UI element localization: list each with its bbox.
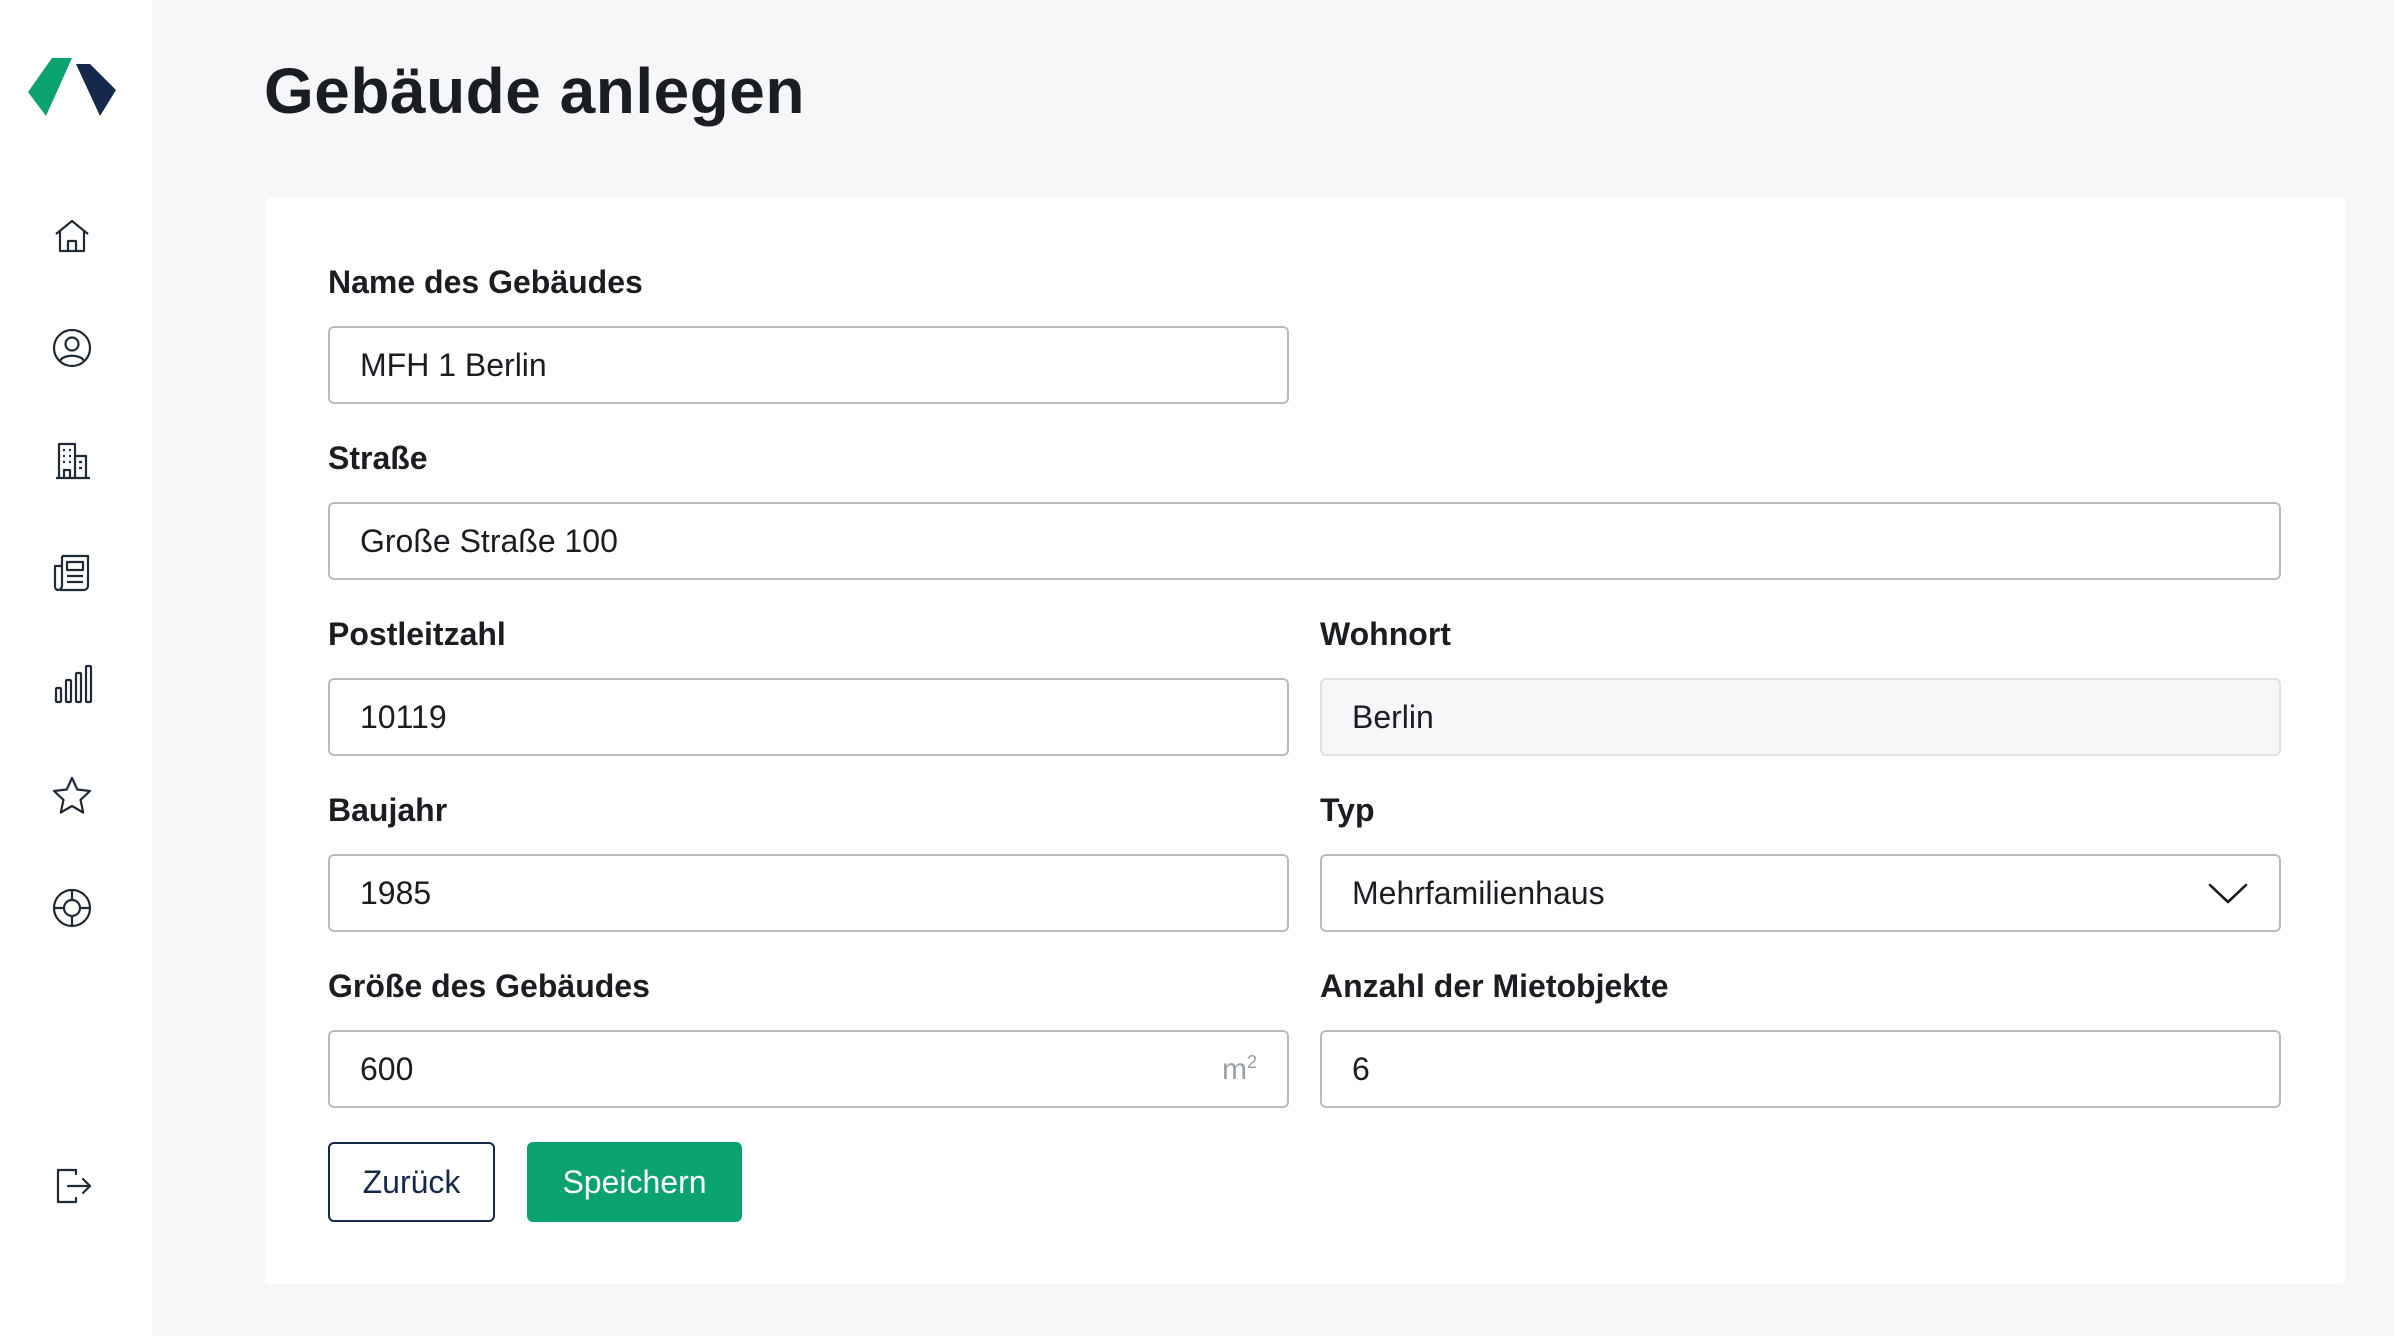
street-value: Große Straße 100	[360, 522, 618, 559]
units-count-label: Anzahl der Mietobjekte	[1320, 968, 1669, 1004]
page-title: Gebäude anlegen	[264, 55, 805, 127]
back-button[interactable]: Zurück	[328, 1142, 495, 1222]
lifebuoy-icon	[52, 888, 92, 928]
sidebar-item-profile[interactable]	[44, 320, 100, 376]
building-name-input[interactable]: MFH 1 Berlin	[328, 326, 1289, 404]
sidebar-item-documents[interactable]	[44, 544, 100, 600]
street-input[interactable]: Große Straße 100	[328, 502, 2281, 580]
sidebar-item-buildings[interactable]	[44, 432, 100, 488]
sidebar-item-reports[interactable]	[44, 656, 100, 712]
postal-code-input[interactable]: 10119	[328, 678, 1289, 756]
type-label: Typ	[1320, 792, 1375, 828]
sidebar-item-home[interactable]	[44, 208, 100, 264]
type-value: Mehrfamilienhaus	[1352, 874, 1605, 911]
sidebar	[0, 0, 152, 1336]
chevron-down-icon	[2208, 883, 2248, 904]
building-name-value: MFH 1 Berlin	[360, 346, 547, 383]
sidebar-item-logout[interactable]	[44, 1158, 100, 1214]
logout-icon	[56, 1168, 92, 1204]
user-circle-icon	[52, 328, 92, 368]
size-label: Größe des Gebäudes	[328, 968, 650, 1004]
street-label: Straße	[328, 440, 428, 476]
year-built-label: Baujahr	[328, 792, 448, 828]
type-select[interactable]: Mehrfamilienhaus	[1320, 854, 2281, 932]
postal-code-value: 10119	[360, 698, 447, 735]
name-label: Name des Gebäudes	[328, 264, 643, 300]
main-content: Gebäude anlegen Name des Gebäudes MFH 1 …	[152, 0, 2394, 1336]
postal-code-label: Postleitzahl	[328, 616, 506, 652]
building-size-value: 600	[360, 1050, 414, 1087]
size-unit: m2	[1221, 1051, 1257, 1086]
city-value: Berlin	[1352, 698, 1434, 735]
app-logo[interactable]	[26, 54, 118, 118]
bar-chart-icon	[54, 664, 93, 704]
building-size-input[interactable]: 600 m2	[328, 1030, 1289, 1108]
year-built-value: 1985	[360, 874, 432, 911]
star-icon	[52, 776, 92, 814]
sidebar-item-help[interactable]	[44, 880, 100, 936]
city-input: Berlin	[1320, 678, 2281, 756]
newspaper-icon	[53, 554, 90, 592]
building-icon	[56, 442, 90, 480]
units-count-input[interactable]: 6	[1320, 1030, 2281, 1108]
sidebar-item-favorites[interactable]	[44, 768, 100, 824]
building-form: Name des Gebäudes MFH 1 Berlin Straße Gr…	[265, 197, 2345, 1284]
year-built-input[interactable]: 1985	[328, 854, 1289, 932]
save-button[interactable]: Speichern	[527, 1142, 742, 1222]
home-icon	[55, 219, 89, 253]
units-count-value: 6	[1352, 1050, 1370, 1087]
city-label: Wohnort	[1320, 616, 1451, 652]
